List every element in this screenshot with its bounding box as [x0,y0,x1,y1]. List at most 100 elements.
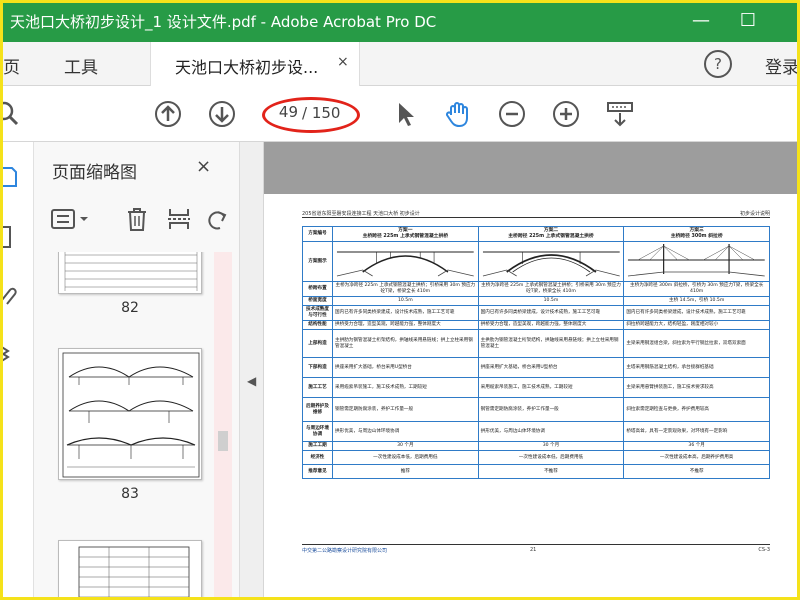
table-cell: 主塔采用钢筋混凝土结构，承台接群桩基础 [623,357,770,378]
home-menu[interactable]: 主页 [0,53,20,78]
comparison-table: 方案编号 方案一 主桥跨径 225m 上承式钢管混凝土拱桥 方案二 主桥跨径 225… [302,226,770,479]
column-header: 方案三 主桥跨径 300m 斜拉桥 [623,226,770,242]
table-cell: 钢管需定期防腐涂装，养护工作量一般 [477,397,625,422]
table-row: 桥跨布置 主桥为净跨径 225m 上承式钢管混凝土拱桥；引桥采用 30m 预应力… [302,281,770,297]
table-cell: 30 个月 [477,441,625,451]
thumbnail-options-icon[interactable] [50,206,92,232]
row-header: 技术成熟度与可行性 [302,305,333,321]
zoom-in-icon[interactable] [551,99,581,129]
thumbnail-list: 82 83 [44,252,224,600]
thumbnail-pane: 页面缩略图 × 82 83 [34,142,240,600]
pdf-page: 205省道东阳至磐安段连接工程 天池口大桥 初步设计 初步设计说明 方案编号 方… [264,194,800,600]
table-row: 后期养护及维修 钢管需定期防腐涂装，养护工作量一般 钢管需定期防腐涂装，养护工作… [302,397,770,422]
table-cell: 主拱肋为钢管混凝土桁架结构，拱轴线采用悬链线；拱上立柱采用钢管混凝土 [477,329,625,358]
thumbnail-page-84[interactable] [58,540,202,600]
row-header: 结构性能 [302,320,333,330]
table-row: 技术成熟度与可行性 国内已有许多同类桥梁建成，设计技术成熟，施工工艺可靠 国内已… [302,305,770,321]
table-row: 下部构造 拱座采用扩大基础，桥台采用U型桥台 拱座采用扩大基础，桥台采用U型桥台… [302,357,770,378]
thumbnail-scrollbar[interactable] [214,252,232,600]
column-header: 方案二 主桥跨径 225m 上承式钢管混凝土拱桥 [477,226,625,242]
table-cell: 10.5m [477,296,625,306]
table-cell: 钢管需定期防腐涂装，养护工作量一般 [332,397,479,422]
page-header-right: 初步设计说明 [739,211,770,217]
column-header: 方案一 主桥跨径 225m 上承式钢管混凝土拱桥 [332,226,479,242]
delete-page-icon[interactable] [124,206,150,232]
help-icon[interactable]: ? [704,50,732,78]
row-header: 下部构造 [302,357,333,378]
search-icon[interactable] [0,99,22,129]
table-cell: 斜拉索需定期检查与更换，养护费用较高 [623,397,770,422]
zoom-out-icon[interactable] [497,99,527,129]
table-row: 方案编号 方案一 主桥跨径 225m 上承式钢管混凝土拱桥 方案二 主桥跨径 225… [302,226,770,242]
table-row: 桥面宽度 10.5m 10.5m 主桥 14.5m，引桥 10.5m [302,296,770,306]
table-row: 方案图示 [302,241,770,282]
layers-icon[interactable] [0,340,22,366]
row-header: 桥面宽度 [302,296,333,306]
footer-left: 中交第二公路勘察设计研究院有限公司 [302,548,388,554]
split-page-icon[interactable] [166,206,192,232]
maximize-button[interactable]: ☐ [735,8,761,34]
thumbnail-page-83[interactable] [58,348,202,480]
row-header: 方案图示 [302,241,333,282]
thumbnail-scrollbar-thumb[interactable] [218,431,228,451]
row-header: 桥跨布置 [302,281,333,297]
sign-in-link[interactable]: 登录 [765,53,799,78]
close-pane-icon[interactable]: × [196,156,211,177]
header-rule [302,217,770,218]
table-cell: 主桥 14.5m，引桥 10.5m [623,296,770,306]
table-cell: 采用缆索吊装施工，施工技术成熟，工期较短 [477,377,625,398]
table-cell: 一次性建设成本高，后期养护费用高 [623,450,770,465]
document-tab-label: 天池口大桥初步设... [175,58,319,77]
row-header: 后期养护及维修 [302,397,333,422]
table-row: 经济性 一次性建设成本低，后期费用低 一次性建设成本低，后期费用低 一次性建设成… [302,450,770,465]
table-cell: 主拱肋为钢管混凝土桁架结构，拱轴线采用悬链线；拱上立柱采用钢管混凝土 [332,329,479,358]
table-cell: 国内已有许多同类桥梁建成，设计技术成熟，施工工艺可靠 [623,305,770,321]
table-cell: 拱座采用扩大基础，桥台采用U型桥台 [477,357,625,378]
close-tab-icon[interactable]: × [337,54,349,70]
table-cell: 一次性建设成本低，后期费用低 [332,450,479,465]
window-title: 天池口大桥初步设计_1 设计文件.pdf - Adobe Acrobat Pro… [10,13,437,31]
table-cell: 30 个月 [332,441,479,451]
table-cell: 拱座采用扩大基础，桥台采用U型桥台 [332,357,479,378]
document-view[interactable]: 205省道东阳至磐安段连接工程 天池口大桥 初步设计 初步设计说明 方案编号 方… [264,142,800,600]
row-header: 施工工期 [302,441,333,451]
thumbnail-label: 82 [121,300,139,316]
table-row: 与周边环境协调 拱形优美，与周边山体环境协调 拱形优美，与周边山体环境协调 桥塔… [302,421,770,442]
table-row: 上部构造 主拱肋为钢管混凝土桁架结构，拱轴线采用悬链线；拱上立柱采用钢管混凝土 … [302,329,770,358]
page-display-icon[interactable] [605,99,635,129]
row-header: 上部构造 [302,329,333,358]
table-cell: 主梁采用悬臂拼装施工，施工技术要求较高 [623,377,770,398]
minimize-button[interactable]: — [688,8,714,34]
page-thumbnails-icon[interactable] [0,164,22,190]
table-cell: 36 个月 [623,441,770,451]
table-cell: 斜拉桥跨越能力大，结构轻盈，刚度相对较小 [623,320,770,330]
footer-page-number: 21 [530,547,537,553]
table-row: 施工工期 30 个月 30 个月 36 个月 [302,441,770,451]
highlight-annotation [262,97,360,133]
bookmarks-icon[interactable] [0,224,22,250]
cable-stayed-bridge-diagram [623,241,770,282]
page-footer: 中交第二公路勘察设计研究院有限公司 21 CS-3 [302,547,770,554]
next-page-icon[interactable] [207,99,237,129]
collapse-pane-handle[interactable]: ◀ [240,142,264,600]
tools-menu[interactable]: 工具 [64,53,98,78]
row-header: 与周边环境协调 [302,421,333,442]
table-cell: 国内已有许多同类桥梁建成，设计技术成熟，施工工艺可靠 [332,305,479,321]
previous-page-icon[interactable] [153,99,183,129]
table-cell: 拱桥受力合理，造型美观，跨越能力强，整体刚度大 [332,320,479,330]
table-cell: 桥塔高耸，具有一定景观效果，对环境有一定影响 [623,421,770,442]
table-cell: 拱形优美，与周边山体环境协调 [477,421,625,442]
table-cell: 主桥为净跨径 225m 上承式钢管混凝土拱桥；引桥采用 30m 预应力砼T梁，桥… [332,281,479,297]
document-tab[interactable]: 天池口大桥初步设... × [150,42,360,86]
table-cell: 主桥为净跨径 225m 上承式钢管混凝土拱桥；引桥采用 30m 预应力砼T梁，桥… [477,281,625,297]
rotate-page-icon[interactable] [204,206,230,232]
attachments-icon[interactable] [0,282,22,308]
thumbnail-page-82[interactable] [58,252,202,294]
arch-bridge-diagram [477,241,625,282]
footer-right: CS-3 [758,547,770,553]
select-cursor-icon[interactable] [390,99,420,129]
table-cell: 采用缆索吊装施工，施工技术成熟，工期较短 [332,377,479,398]
pane-title: 页面缩略图 [52,163,137,183]
hand-tool-icon[interactable] [443,99,473,129]
table-cell: 推荐 [332,464,479,479]
